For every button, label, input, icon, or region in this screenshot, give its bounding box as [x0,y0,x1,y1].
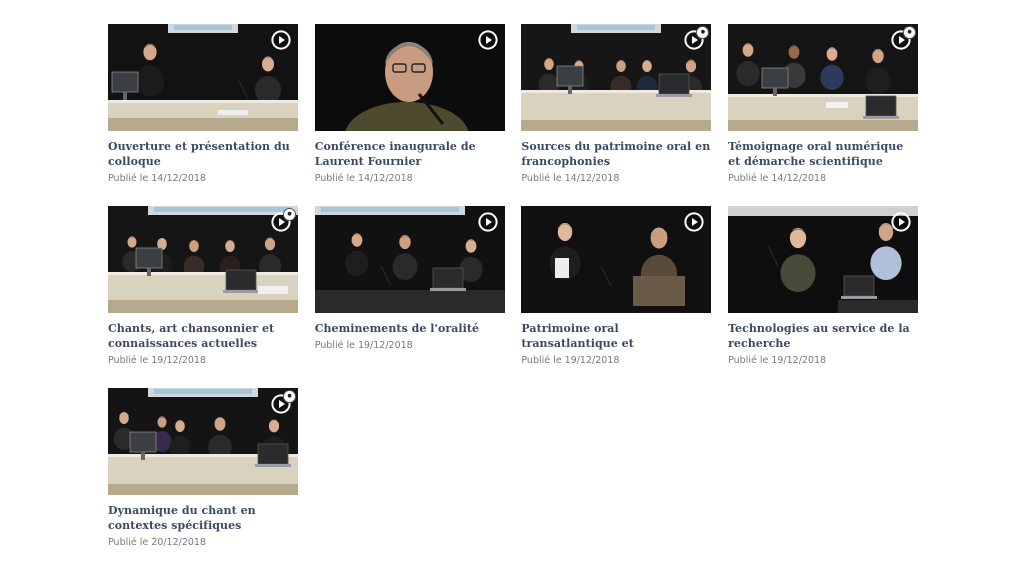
video-card[interactable]: ● Chants, art chansonnier et connaissanc… [108,206,298,388]
video-still-image [108,388,298,495]
video-title[interactable]: Ouverture et présentation du colloque [108,139,298,169]
video-title[interactable]: Technologies au service de la recherche [728,321,918,351]
video-thumbnail[interactable]: ● [521,24,712,131]
publish-date: Publié le 14/12/2018 [728,173,827,184]
video-title[interactable]: Cheminements de l'oralité [315,321,505,336]
video-title[interactable]: Conférence inaugurale de Laurent Fournie… [315,139,505,169]
video-card[interactable]: Conférence inaugurale de Laurent Fournie… [314,24,505,206]
video-still-image [108,206,298,313]
play-circle-icon[interactable] [684,212,704,232]
video-card[interactable]: Patrimoine oral transatlantique et renou… [521,206,712,388]
video-thumbnail[interactable] [314,206,505,313]
video-title[interactable]: Sources du patrimoine oral en francophon… [521,139,711,169]
publish-date: Publié le 20/12/2018 [108,537,207,548]
video-thumbnail[interactable]: ● [108,388,298,495]
cc-badge-icon: ● [283,208,296,221]
video-thumbnail[interactable]: ● [108,206,298,313]
video-thumbnail[interactable]: ● [728,24,919,131]
video-still-image [728,24,919,131]
video-thumbnail[interactable] [108,24,298,131]
video-card[interactable]: Cheminements de l'oralité Publié le 19/1… [314,206,505,388]
video-title[interactable]: Témoignage oral numérique et démarche sc… [728,139,918,169]
publish-date: Publié le 14/12/2018 [108,173,207,184]
publish-date: Publié le 19/12/2018 [314,340,413,351]
play-circle-icon[interactable] [478,212,498,232]
publish-date: Publié le 19/12/2018 [521,355,620,366]
video-thumbnail[interactable] [521,206,712,313]
play-circle-icon[interactable] [271,30,291,50]
video-card[interactable]: ● Témoignage oral numérique et démarche … [728,24,919,206]
video-title[interactable]: Chants, art chansonnier et connaissances… [108,321,298,351]
publish-date: Publié le 19/12/2018 [728,355,827,366]
video-card[interactable]: Ouverture et présentation du colloque Pu… [108,24,298,206]
video-still-image [521,24,712,131]
publish-date: Publié le 14/12/2018 [521,173,620,184]
video-card[interactable]: Technologies au service de la recherche … [728,206,919,388]
video-still-image [108,24,298,131]
video-still-image [314,24,505,131]
video-thumbnail[interactable] [728,206,919,313]
publish-date: Publié le 19/12/2018 [108,355,207,366]
publish-date: Publié le 14/12/2018 [314,173,413,184]
video-grid: Ouverture et présentation du colloque Pu… [108,24,919,570]
video-still-image [728,206,919,313]
video-title[interactable]: Patrimoine oral transatlantique et renou… [521,321,711,351]
video-card[interactable]: ● Sources du patrimoine oral en francoph… [521,24,712,206]
cc-badge-icon: ● [283,390,296,403]
play-circle-icon[interactable] [891,212,911,232]
video-still-image [314,206,505,313]
video-thumbnail[interactable] [314,24,505,131]
video-still-image [521,206,712,313]
video-title[interactable]: Dynamique du chant en contextes spécifiq… [108,503,298,533]
cc-badge-icon: ● [903,26,917,39]
video-card[interactable]: ● Dynamique du chant en contextes spécif… [108,388,298,570]
play-circle-icon[interactable] [478,30,498,50]
